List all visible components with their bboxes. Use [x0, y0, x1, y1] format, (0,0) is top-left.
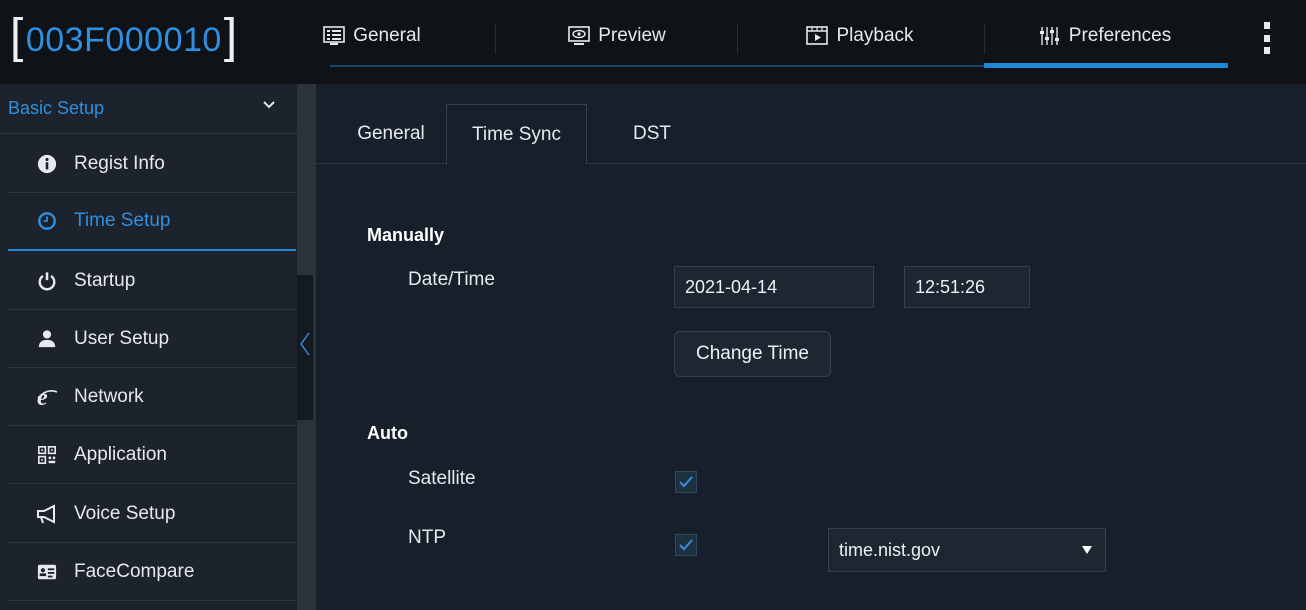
caret-down-icon — [1082, 546, 1092, 554]
time-field[interactable]: 12:51:26 — [904, 266, 1030, 308]
nav-tab-label: Playback — [836, 25, 914, 46]
nav-tab-label: General — [353, 25, 421, 46]
tab-label: DST — [633, 123, 671, 144]
sidebar: Basic Setup Regist Info Time Setup Start… — [0, 84, 297, 610]
nav-divider — [984, 24, 985, 54]
ntp-server-select[interactable]: time.nist.gov — [828, 528, 1106, 572]
tab-general[interactable]: General — [336, 104, 446, 164]
sidebar-item-time-setup[interactable]: Time Setup — [8, 193, 296, 251]
main-content: General Time Sync DST Manually Date/Time… — [316, 84, 1306, 610]
nav-tab-playback[interactable]: Playback — [800, 16, 920, 56]
sidebar-item-label: Startup — [74, 269, 136, 291]
nav-tab-label: Preview — [598, 25, 666, 46]
sidebar-item-label: Voice Setup — [74, 502, 176, 524]
ntp-checkbox[interactable] — [675, 534, 697, 556]
sidebar-item-regist-info[interactable]: Regist Info — [8, 135, 296, 193]
sidebar-item-label: FaceCompare — [74, 560, 195, 582]
bracket-left: [ — [10, 10, 24, 63]
clock-icon — [36, 210, 58, 232]
device-id-text: 003F000010 — [25, 20, 222, 59]
date-field[interactable]: 2021-04-14 — [674, 266, 874, 308]
check-icon — [679, 539, 693, 551]
bracket-right: ] — [223, 10, 238, 63]
sidebar-item-application[interactable]: Application — [8, 426, 296, 484]
sidebar-item-facecompare[interactable]: FaceCompare — [8, 543, 296, 601]
nav-tab-label: Preferences — [1068, 25, 1172, 46]
playback-film-icon — [806, 26, 829, 45]
sidebar-item-label: Network — [74, 385, 144, 407]
nav-tab-general[interactable]: General — [322, 16, 422, 56]
more-vertical-icon[interactable] — [1259, 20, 1275, 56]
top-bar: [ 003F000010 ] General Preview Playback … — [0, 0, 1306, 84]
sidebar-item-user-setup[interactable]: User Setup — [8, 310, 296, 368]
power-icon — [36, 270, 58, 292]
megaphone-icon — [36, 503, 58, 525]
qr-code-icon — [36, 444, 58, 466]
nav-active-indicator — [984, 63, 1228, 68]
user-icon — [36, 328, 58, 350]
ntp-server-value: time.nist.gov — [839, 539, 941, 560]
sub-tab-bar: General Time Sync DST — [316, 84, 1306, 165]
main-nav: General Preview Playback Preferences — [322, 0, 1232, 70]
sidebar-item-voice-setup[interactable]: Voice Setup — [8, 485, 296, 543]
section-title-manually: Manually — [367, 225, 445, 245]
sidebar-item-label: Time Setup — [74, 210, 171, 231]
sidebar-item-label: Regist Info — [74, 152, 165, 174]
sidebar-header-label: Basic Setup — [8, 98, 105, 118]
ntp-label: NTP — [408, 527, 446, 548]
internet-explorer-icon: e — [36, 386, 58, 408]
sidebar-item-startup[interactable]: Startup — [8, 252, 296, 310]
nav-divider — [495, 24, 496, 54]
satellite-checkbox[interactable] — [675, 471, 697, 493]
sliders-icon — [1039, 27, 1059, 45]
nav-divider — [737, 24, 738, 54]
tab-label: Time Sync — [471, 123, 562, 145]
section-title-auto: Auto — [367, 423, 408, 443]
tab-label: General — [357, 123, 425, 144]
sidebar-item-label: User Setup — [74, 327, 170, 349]
datetime-label: Date/Time — [408, 269, 495, 290]
info-icon — [36, 153, 58, 175]
nav-tab-preferences[interactable]: Preferences — [1030, 16, 1180, 56]
chevron-down-icon — [263, 101, 275, 109]
tab-time-sync[interactable]: Time Sync — [446, 104, 587, 165]
check-icon — [679, 476, 693, 488]
nav-tab-preview[interactable]: Preview — [562, 16, 672, 56]
satellite-label: Satellite — [408, 468, 476, 489]
id-card-icon — [36, 561, 58, 583]
sidebar-header-basic-setup[interactable]: Basic Setup — [0, 84, 297, 134]
device-id-title: [ 003F000010 ] — [10, 10, 238, 70]
change-time-button[interactable]: Change Time — [674, 331, 831, 377]
tab-dst[interactable]: DST — [604, 104, 700, 164]
sidebar-item-network[interactable]: e Network — [8, 368, 296, 426]
eye-monitor-icon — [568, 26, 591, 45]
collapse-sidebar-icon[interactable] — [299, 331, 311, 357]
sidebar-item-label: Application — [74, 443, 167, 465]
monitor-list-icon — [323, 26, 345, 45]
